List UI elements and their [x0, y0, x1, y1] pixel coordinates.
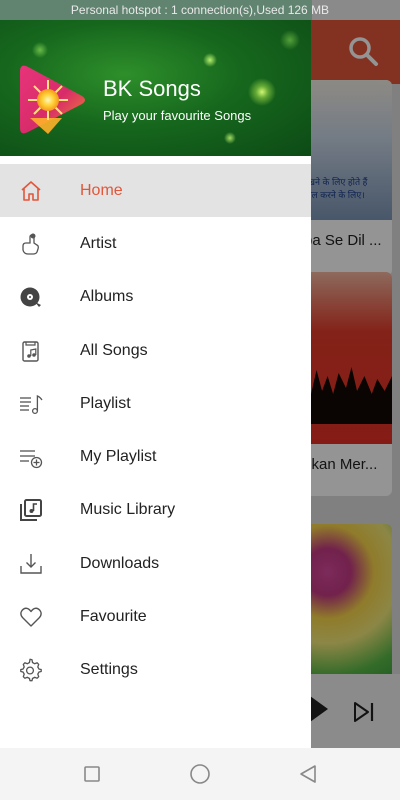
home-circle-icon[interactable]	[188, 762, 212, 786]
navigation-drawer: BK Songs Play your favourite Songs Home …	[0, 20, 311, 748]
app-logo	[18, 62, 86, 138]
system-nav-bar	[0, 748, 400, 800]
menu-item-playlist[interactable]: Playlist	[0, 377, 311, 430]
menu-item-music-library[interactable]: Music Library	[0, 484, 311, 537]
playlist-add-icon	[19, 445, 43, 469]
back-triangle-icon[interactable]	[296, 762, 320, 786]
menu-item-downloads[interactable]: Downloads	[0, 537, 311, 590]
menu-item-my-playlist[interactable]: My Playlist	[0, 430, 311, 483]
menu-item-artist[interactable]: Artist	[0, 217, 311, 270]
menu-item-label: Artist	[80, 234, 117, 252]
song-file-icon	[19, 339, 43, 363]
heart-icon	[19, 605, 43, 629]
menu-item-all-songs[interactable]: All Songs	[0, 324, 311, 377]
menu-item-label: Albums	[80, 288, 134, 306]
menu-item-label: Home	[80, 181, 123, 199]
gear-icon	[19, 658, 43, 682]
recent-apps-icon[interactable]	[80, 762, 104, 786]
drawer-header: BK Songs Play your favourite Songs	[0, 20, 311, 156]
menu-item-label: Playlist	[80, 394, 131, 412]
menu-item-label: Downloads	[80, 554, 160, 572]
drawer-tagline: Play your favourite Songs	[103, 108, 252, 123]
playlist-icon	[19, 392, 43, 416]
home-icon	[19, 179, 43, 203]
menu-item-label: All Songs	[80, 341, 148, 359]
menu-item-label: My Playlist	[80, 448, 157, 466]
menu-item-label: Music Library	[80, 501, 176, 519]
menu-item-albums[interactable]: Albums	[0, 271, 311, 324]
music-library-icon	[19, 498, 43, 522]
menu-item-favourite[interactable]: Favourite	[0, 590, 311, 643]
menu-item-label: Favourite	[80, 608, 147, 626]
drawer-app-name: BK Songs	[103, 76, 201, 101]
download-icon	[19, 552, 43, 576]
drawer-menu: Home Artist Albums All Songs Playlist My…	[0, 164, 311, 697]
menu-item-settings[interactable]: Settings	[0, 644, 311, 697]
menu-item-home[interactable]: Home	[0, 164, 311, 218]
menu-item-label: Settings	[80, 661, 138, 679]
status-text: Personal hotspot : 1 connection(s),Used …	[70, 3, 330, 17]
album-disc-icon	[19, 285, 43, 309]
artist-hand-icon	[19, 232, 43, 256]
status-bar: Personal hotspot : 1 connection(s),Used …	[0, 0, 400, 20]
